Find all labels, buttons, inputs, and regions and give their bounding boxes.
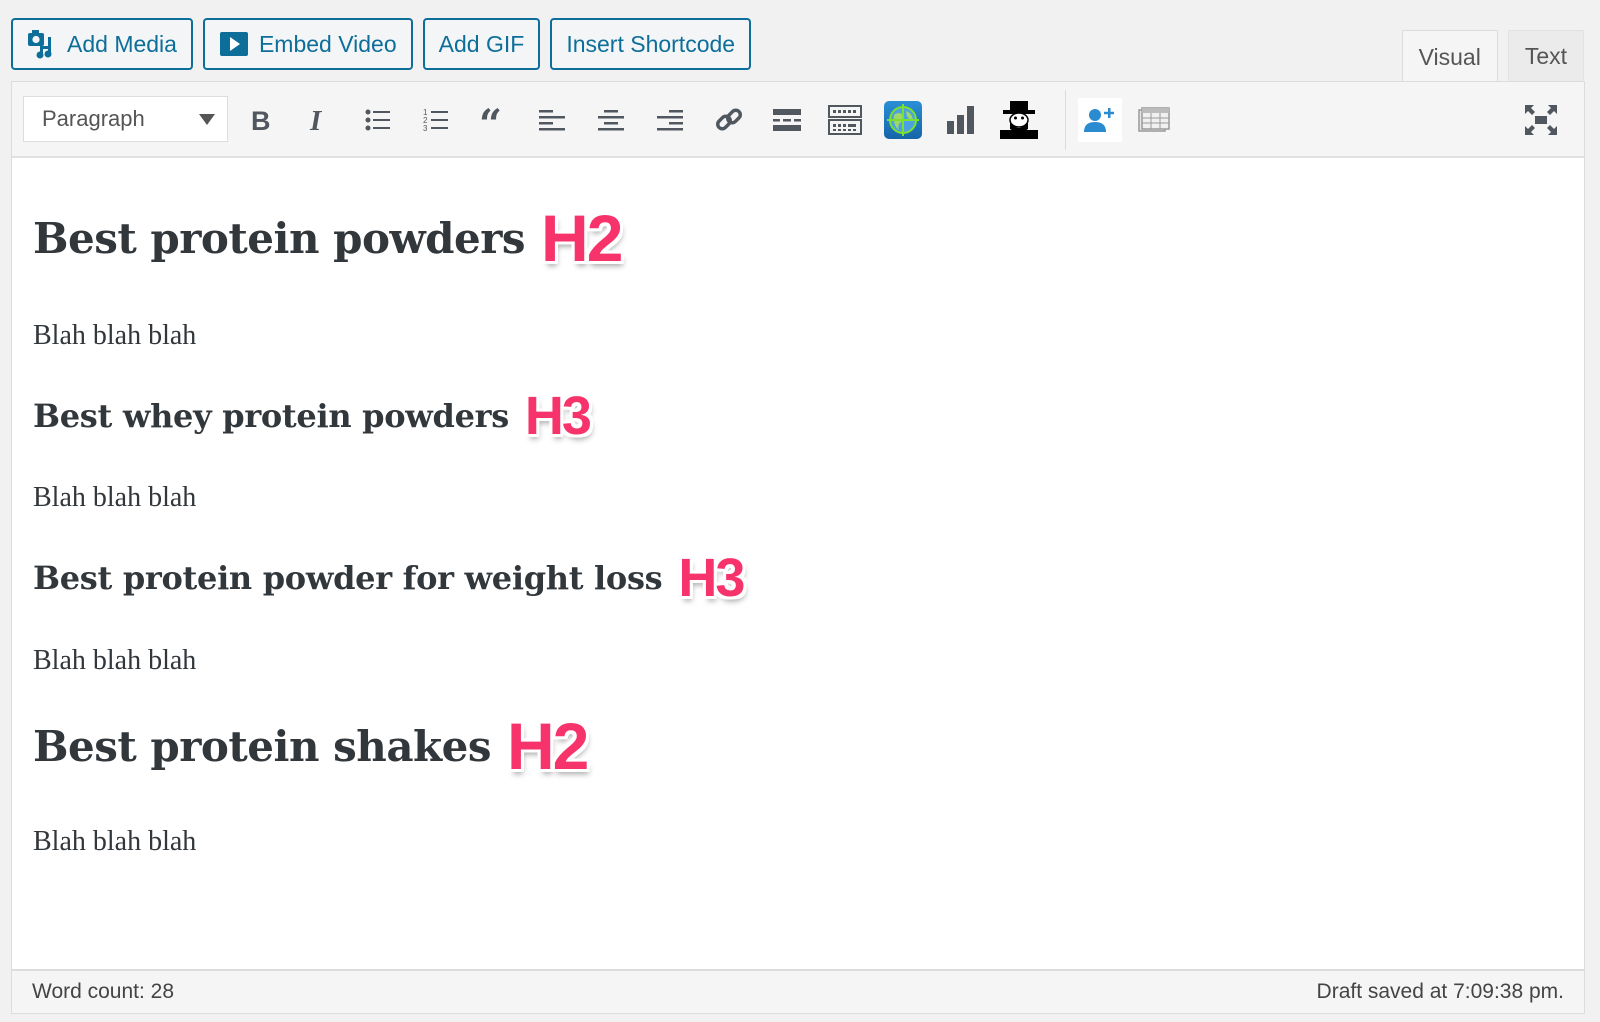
format-select[interactable]: Paragraph (23, 96, 228, 142)
bullet-list-button[interactable] (358, 100, 398, 140)
heading-level-badge: H3 (524, 386, 592, 446)
media-buttons: Add Media Embed Video Add GIF Insert Sho… (11, 18, 752, 70)
bar-chart-icon (946, 105, 976, 135)
read-more-button[interactable] (767, 100, 807, 140)
tab-text[interactable]: Text (1507, 30, 1584, 82)
editor-toolbar: Paragraph B I 123 “ (12, 82, 1584, 158)
insert-shortcode-label: Insert Shortcode (566, 30, 736, 57)
draft-saved-status: Draft saved at 7:09:38 pm. (1316, 980, 1564, 1003)
toolbar-toggle-icon (828, 105, 862, 135)
globe-target-icon (884, 101, 922, 139)
table-button[interactable] (1134, 100, 1174, 140)
svg-text:B: B (251, 107, 271, 133)
media-icon (27, 29, 57, 59)
editor: Paragraph B I 123 “ Best protein powders… (11, 81, 1585, 1014)
numbered-list-icon: 123 (423, 107, 449, 133)
link-icon (714, 105, 744, 135)
paragraph: Blah blah blah (33, 826, 197, 857)
align-center-button[interactable] (591, 100, 631, 140)
align-right-button[interactable] (650, 100, 690, 140)
heading-level-badge: H2 (541, 201, 623, 275)
add-gif-button[interactable]: Add GIF (422, 18, 541, 70)
format-select-value: Paragraph (42, 106, 145, 131)
blockquote-icon: “ (479, 108, 509, 132)
toolbar-divider (1065, 90, 1066, 150)
add-user-icon (1084, 106, 1116, 134)
bar-chart-button[interactable] (941, 100, 981, 140)
add-media-button[interactable]: Add Media (11, 18, 193, 70)
detective-icon (1000, 101, 1038, 139)
italic-button[interactable]: I (299, 100, 339, 140)
align-center-icon (598, 108, 624, 132)
embed-video-label: Embed Video (258, 30, 397, 57)
blockquote-button[interactable]: “ (474, 100, 514, 140)
svg-text:I: I (309, 107, 323, 133)
bullet-list-icon (365, 108, 391, 132)
read-more-icon (773, 108, 801, 132)
bold-icon: B (249, 107, 273, 133)
align-left-icon (539, 108, 565, 132)
heading-h3: Best protein powder for weight loss H3 (33, 547, 745, 609)
italic-icon: I (307, 107, 331, 133)
insert-shortcode-button[interactable]: Insert Shortcode (550, 18, 752, 70)
add-media-label: Add Media (67, 30, 177, 57)
toolbar-toggle-button[interactable] (825, 100, 865, 140)
align-left-button[interactable] (532, 100, 572, 140)
word-count: Word count: 28 (32, 980, 175, 1003)
paragraph: Blah blah blah (33, 645, 197, 676)
heading-level-badge: H2 (507, 709, 589, 783)
heading-text: Best protein powders (33, 213, 526, 263)
bold-button[interactable]: B (241, 100, 281, 140)
paragraph: Blah blah blah (33, 320, 197, 351)
heading-h3: Best whey protein powders H3 (33, 385, 592, 447)
heading-text: Best protein powder for weight loss (33, 559, 663, 597)
align-right-icon (657, 108, 683, 132)
fullscreen-icon (1525, 105, 1557, 135)
svg-text:“: “ (479, 108, 502, 132)
status-bar: Word count: 28 Draft saved at 7:09:38 pm… (12, 969, 1584, 1013)
link-button[interactable] (709, 100, 749, 140)
add-gif-label: Add GIF (438, 30, 525, 57)
heading-level-badge: H3 (678, 548, 745, 608)
embed-video-button[interactable]: Embed Video (202, 18, 413, 70)
heading-h2: Best protein powders H2 (33, 200, 623, 276)
play-icon (219, 31, 249, 57)
globe-target-button[interactable] (883, 100, 923, 140)
tab-visual[interactable]: Visual (1401, 30, 1498, 83)
detective-button[interactable] (999, 100, 1039, 140)
numbered-list-button[interactable]: 123 (416, 100, 456, 140)
svg-text:3: 3 (423, 124, 428, 133)
table-icon (1138, 107, 1170, 133)
chevron-down-icon (199, 114, 215, 125)
add-user-button[interactable] (1078, 98, 1122, 142)
heading-h2: Best protein shakes H2 (33, 708, 589, 784)
editor-tabs: Visual Text (1401, 30, 1584, 83)
heading-text: Best whey protein powders (33, 397, 509, 435)
editor-content[interactable]: Best protein powders H2 Blah blah blah B… (12, 160, 1584, 951)
fullscreen-button[interactable] (1521, 100, 1561, 140)
paragraph: Blah blah blah (33, 482, 197, 513)
heading-text: Best protein shakes (33, 721, 492, 771)
